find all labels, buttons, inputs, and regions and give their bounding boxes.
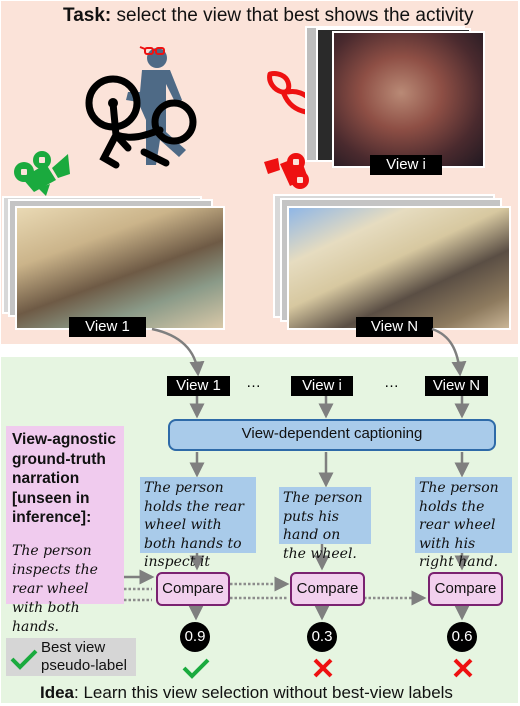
task-title: Task: select the view that best shows th… (63, 5, 473, 27)
view-n-tag: View N (356, 317, 433, 337)
score-view-i: 0.3 (307, 622, 337, 652)
compare-box: Compare (428, 572, 503, 606)
view-dependent-captioning-box: View-dependent captioning (168, 419, 496, 451)
legend: Best view pseudo-label (6, 638, 136, 676)
task-label: Task: (63, 5, 112, 26)
compare-box: Compare (290, 572, 365, 606)
idea-label: Idea (40, 683, 75, 702)
ellipsis: … (246, 374, 261, 391)
view-n-exo-frame (287, 206, 511, 330)
ground-truth-heading: View-agnostic ground-truth narration [un… (12, 431, 116, 526)
movie-camera-icon (264, 153, 309, 189)
score-view-n: 0.6 (447, 622, 477, 652)
ground-truth-narration: The person inspects the rear wheel with … (12, 542, 98, 635)
ellipsis: … (384, 374, 399, 391)
view-1-tag: View 1 (167, 376, 230, 396)
view-i-ego-frame (332, 31, 485, 168)
score-view-1: 0.9 (180, 622, 210, 652)
cross-icon (453, 658, 473, 678)
caption-view-i: The person puts his hand on the wheel. (279, 487, 371, 562)
ground-truth-narration-box: View-agnostic ground-truth narration [un… (6, 426, 124, 635)
view-i-tag: View i (370, 155, 442, 175)
compare-box: Compare (156, 572, 230, 606)
caption-view-1: The person holds the rear wheel with bot… (140, 477, 256, 570)
idea-text: Idea: Learn this view selection without … (40, 683, 453, 703)
caption-view-n: The person holds the rear wheel with his… (415, 477, 512, 570)
view-1-tag: View 1 (69, 317, 146, 337)
check-icon (10, 649, 38, 670)
movie-camera-icon (14, 151, 70, 196)
view-1-exo-frame (15, 206, 225, 330)
check-icon (182, 658, 210, 679)
view-i-tag: View i (291, 376, 353, 396)
person-with-bike-icon (85, 46, 197, 169)
cross-icon (313, 658, 333, 678)
task-text: select the view that best shows the acti… (111, 5, 474, 26)
legend-label: Best view pseudo-label (41, 639, 127, 674)
idea-body: : Learn this view selection without best… (74, 683, 453, 702)
view-n-tag: View N (425, 376, 488, 396)
